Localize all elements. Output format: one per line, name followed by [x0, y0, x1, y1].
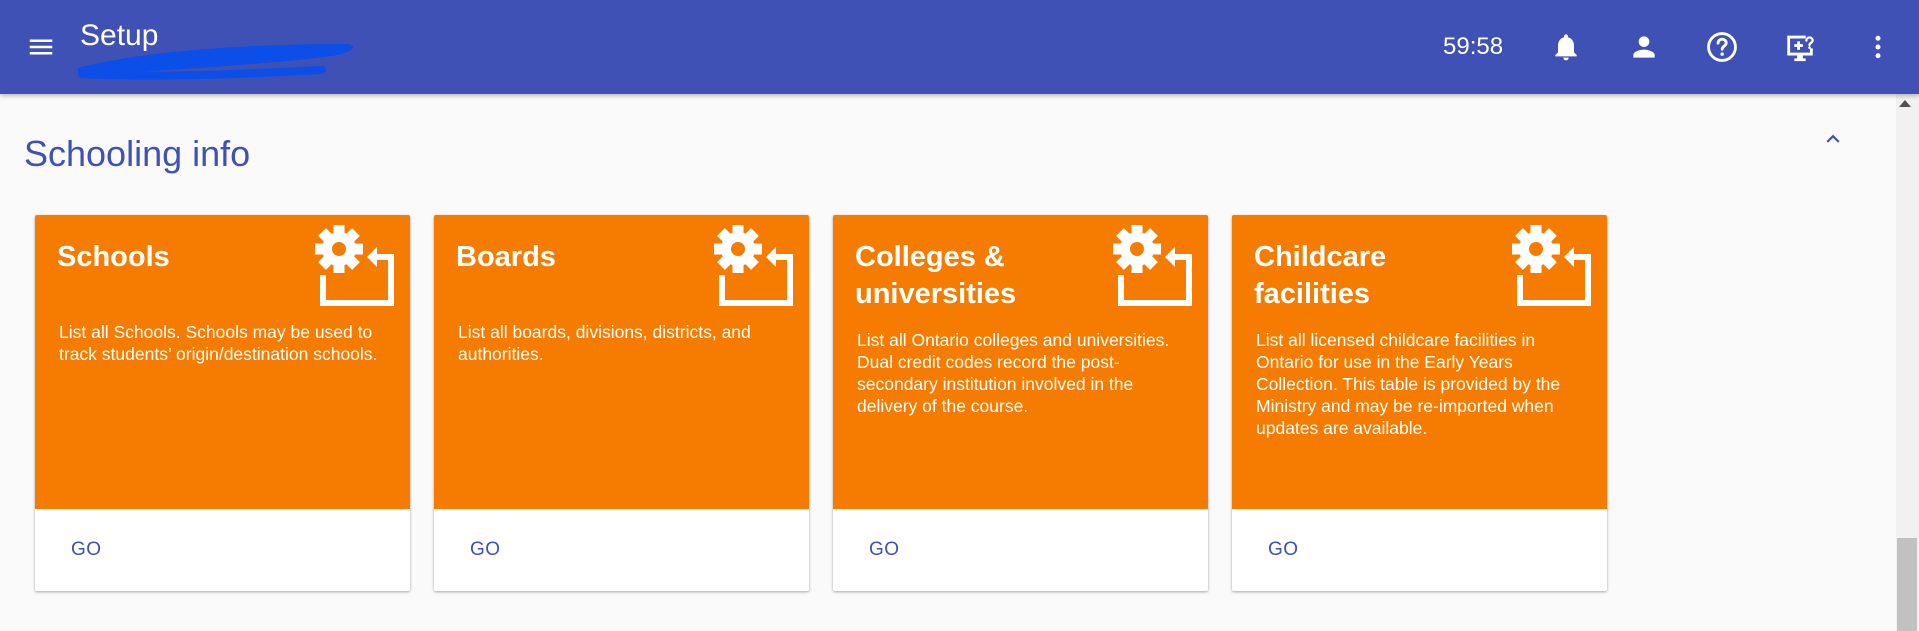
redaction-scribble	[78, 44, 353, 80]
more-vert-icon	[1875, 35, 1881, 59]
session-timer: 59:58	[1443, 33, 1504, 60]
go-button[interactable]: GO	[855, 533, 914, 567]
section-title: Schooling info	[24, 133, 251, 174]
help-button[interactable]	[1701, 26, 1743, 68]
settings-backup-icon	[1113, 225, 1192, 306]
account-button[interactable]	[1623, 26, 1665, 68]
settings-backup-icon	[1512, 225, 1591, 306]
settings-backup-icon	[315, 225, 394, 306]
go-button[interactable]: GO	[57, 533, 116, 567]
card-title: Boards	[456, 241, 556, 273]
go-button[interactable]: GO	[1254, 533, 1313, 567]
more-options-button[interactable]	[1857, 26, 1899, 68]
card-description: List all licensed childcare facilities i…	[1256, 330, 1561, 438]
bell-icon	[1555, 34, 1577, 61]
chevron-up-icon	[1826, 134, 1840, 143]
card-title: Schools	[57, 241, 170, 273]
screen-help-icon	[1787, 35, 1814, 62]
settings-backup-icon	[714, 225, 793, 306]
top-app-bar: Setup 59:58	[0, 0, 1919, 94]
scrollbar-thumb[interactable]	[1897, 538, 1917, 631]
card-header: Schools List all Schools. Schools may be…	[35, 215, 410, 509]
card-header: Childcare facilities List all licensed c…	[1232, 215, 1607, 509]
menu-icon	[29, 39, 53, 55]
help-icon	[1707, 32, 1737, 62]
card-boards: Boards List all boards, divisions, distr…	[434, 215, 809, 591]
card-description: List all Schools. Schools may be used to…	[59, 322, 378, 364]
card-colleges-universities: Colleges & universities List all Ontario…	[833, 215, 1208, 591]
card-title: Colleges & universities	[855, 241, 1017, 310]
card-header: Boards List all boards, divisions, distr…	[434, 215, 809, 509]
card-childcare-facilities: Childcare facilities List all licensed c…	[1232, 215, 1607, 591]
card-schools: Schools List all Schools. Schools may be…	[35, 215, 410, 591]
collapse-section-button[interactable]	[1812, 118, 1854, 160]
card-title: Childcare facilities	[1254, 241, 1387, 310]
card-header: Colleges & universities List all Ontario…	[833, 215, 1208, 509]
menu-button[interactable]	[20, 26, 62, 68]
go-button[interactable]: GO	[456, 533, 515, 567]
notifications-button[interactable]	[1545, 26, 1587, 68]
screen-help-button[interactable]	[1779, 26, 1821, 68]
card-description: List all boards, divisions, districts, a…	[458, 322, 751, 364]
person-icon	[1633, 36, 1655, 58]
card-description: List all Ontario colleges and universiti…	[857, 330, 1170, 416]
scroll-up-arrow-icon[interactable]	[1899, 100, 1911, 107]
